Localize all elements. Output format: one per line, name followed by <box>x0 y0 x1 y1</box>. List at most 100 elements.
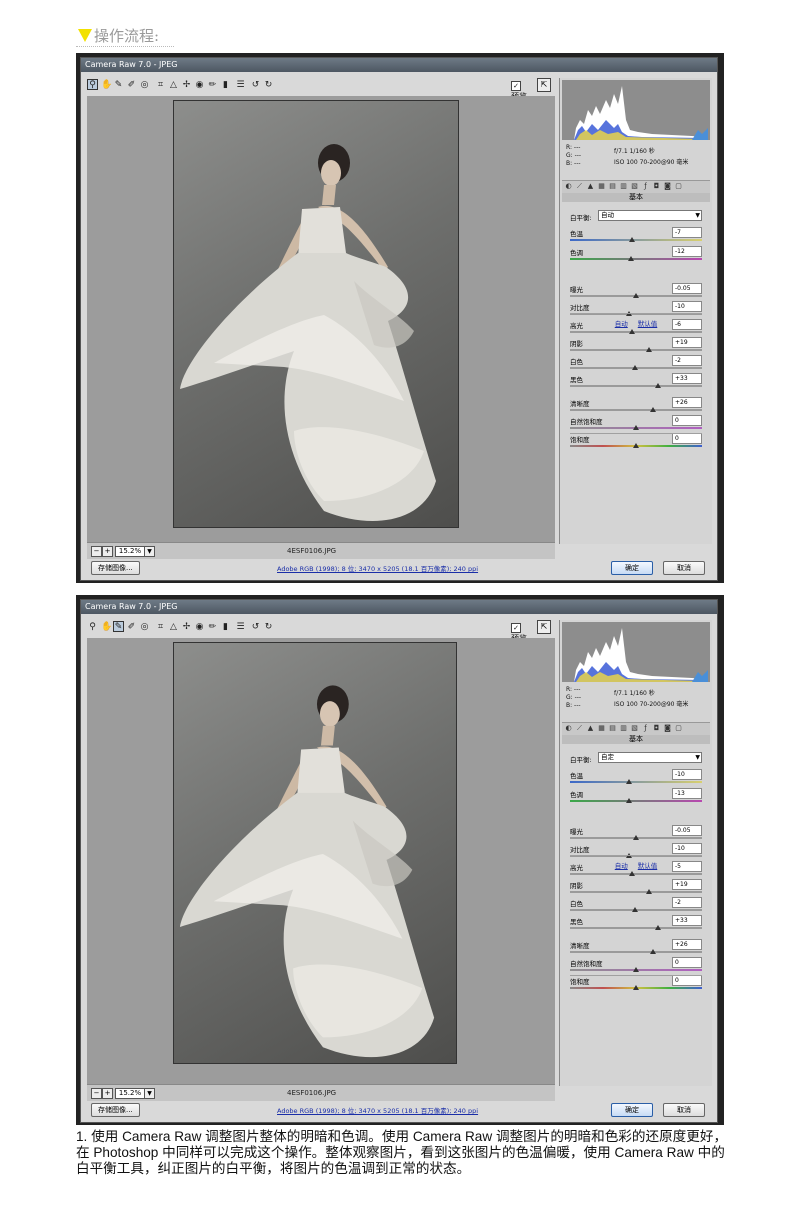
tab-presets-icon[interactable]: ◘ <box>652 724 661 733</box>
zoom-out-button[interactable]: − <box>91 1088 102 1099</box>
slider-value-field[interactable]: +26 <box>672 939 702 950</box>
ok-button[interactable]: 确定 <box>611 1103 653 1117</box>
adjustment-brush-icon[interactable]: ✏ <box>207 79 218 90</box>
tab-tone-curve-icon[interactable]: ⟋ <box>575 724 584 733</box>
slider-value-field[interactable]: 0 <box>672 415 702 426</box>
slider-track[interactable] <box>570 873 702 875</box>
slider-value-field[interactable]: 0 <box>672 433 702 444</box>
slider-track[interactable] <box>570 800 702 802</box>
auto-link[interactable]: 自动 <box>615 862 628 870</box>
tab-lens-icon[interactable]: ▥ <box>619 182 628 191</box>
tab-effects-icon[interactable]: ▧ <box>630 182 639 191</box>
cancel-button[interactable]: 取消 <box>663 1103 705 1117</box>
slider-value-field[interactable]: -13 <box>672 788 702 799</box>
tab-detail-icon[interactable]: ▲ <box>586 182 595 191</box>
slider-thumb[interactable] <box>633 835 639 840</box>
tab-detail-icon[interactable]: ▲ <box>586 724 595 733</box>
image-canvas[interactable] <box>87 96 555 542</box>
zoom-in-button[interactable]: + <box>102 1088 113 1099</box>
slider-thumb[interactable] <box>633 443 639 448</box>
tab-split-toning-icon[interactable]: ▤ <box>608 182 617 191</box>
rotate-right-icon[interactable]: ↻ <box>263 79 274 90</box>
tab-camera-calibration-icon[interactable]: ƒ <box>641 182 650 191</box>
tab-effects-icon[interactable]: ▧ <box>630 724 639 733</box>
slider-thumb[interactable] <box>633 425 639 430</box>
slider-thumb[interactable] <box>631 365 638 370</box>
slider-thumb[interactable] <box>655 925 662 930</box>
zoom-icon[interactable]: ⚲ <box>87 79 98 90</box>
slider-value-field[interactable]: 0 <box>672 975 702 986</box>
slider-thumb[interactable] <box>629 237 636 242</box>
default-link[interactable]: 默认值 <box>638 320 658 328</box>
zoom-out-button[interactable]: − <box>91 546 102 557</box>
preferences-icon[interactable]: ☰ <box>235 79 246 90</box>
tab-hsl-icon[interactable]: ▦ <box>597 182 606 191</box>
tab-camera-calibration-icon[interactable]: ƒ <box>641 724 650 733</box>
workflow-options-link[interactable]: Adobe RGB (1998); 8 位; 3470 x 5205 (18.1… <box>277 563 478 573</box>
slider-value-field[interactable]: -0.05 <box>672 825 702 836</box>
slider-thumb[interactable] <box>629 329 636 334</box>
color-sampler-icon[interactable]: ✐ <box>126 621 137 632</box>
slider-thumb[interactable] <box>626 798 633 803</box>
fullscreen-icon[interactable]: ⇱ <box>537 78 551 92</box>
slider-value-field[interactable]: +19 <box>672 879 702 890</box>
zoom-in-button[interactable]: + <box>102 546 113 557</box>
white-balance-icon[interactable]: ✎ <box>113 621 124 632</box>
zoom-level-field[interactable]: 15.2% <box>115 546 145 557</box>
zoom-level-field[interactable]: 15.2% <box>115 1088 145 1099</box>
slider-thumb[interactable] <box>633 967 639 972</box>
tab-lens-icon[interactable]: ▥ <box>619 724 628 733</box>
tab-snapshots-icon[interactable]: ◙ <box>663 724 672 733</box>
auto-link[interactable]: 自动 <box>615 320 628 328</box>
slider-value-field[interactable]: -10 <box>672 843 702 854</box>
slider-thumb[interactable] <box>650 407 657 412</box>
color-sampler-icon[interactable]: ✐ <box>126 79 137 90</box>
fullscreen-icon[interactable]: ⇱ <box>537 620 551 634</box>
straighten-icon[interactable]: △ <box>168 79 179 90</box>
slider-track[interactable] <box>570 409 702 411</box>
slider-thumb[interactable] <box>633 985 639 990</box>
tab-menu-icon[interactable]: ▢ <box>674 724 683 733</box>
slider-track[interactable] <box>570 258 702 260</box>
rotate-right-icon[interactable]: ↻ <box>263 621 274 632</box>
workflow-options-link[interactable]: Adobe RGB (1998); 8 位; 3470 x 5205 (18.1… <box>277 1105 478 1115</box>
rotate-left-icon[interactable]: ↺ <box>250 79 261 90</box>
tab-basic-icon[interactable]: ◐ <box>564 182 573 191</box>
slider-value-field[interactable]: -10 <box>672 301 702 312</box>
ok-button[interactable]: 确定 <box>611 561 653 575</box>
cancel-button[interactable]: 取消 <box>663 561 705 575</box>
slider-value-field[interactable]: -7 <box>672 227 702 238</box>
red-eye-icon[interactable]: ◉ <box>194 79 205 90</box>
slider-value-field[interactable]: -10 <box>672 769 702 780</box>
slider-value-field[interactable]: +33 <box>672 373 702 384</box>
slider-thumb[interactable] <box>646 347 653 352</box>
zoom-icon[interactable]: ⚲ <box>87 621 98 632</box>
zoom-dropdown-chevron-icon[interactable]: ▼ <box>144 546 155 557</box>
slider-thumb[interactable] <box>646 889 653 894</box>
slider-track[interactable] <box>570 891 702 893</box>
save-image-button[interactable]: 存储图像... <box>91 1103 140 1117</box>
white-balance-select[interactable]: 自动 ▼ <box>598 210 702 221</box>
slider-value-field[interactable]: +26 <box>672 397 702 408</box>
slider-thumb[interactable] <box>650 949 657 954</box>
tab-snapshots-icon[interactable]: ◙ <box>663 182 672 191</box>
crop-icon[interactable]: ⌗ <box>155 621 166 632</box>
slider-thumb[interactable] <box>633 293 639 298</box>
white-balance-icon[interactable]: ✎ <box>113 79 124 90</box>
graduated-filter-icon[interactable]: ▮ <box>220 79 231 90</box>
tab-tone-curve-icon[interactable]: ⟋ <box>575 182 584 191</box>
slider-track[interactable] <box>570 927 702 929</box>
slider-value-field[interactable]: +33 <box>672 915 702 926</box>
tab-split-toning-icon[interactable]: ▤ <box>608 724 617 733</box>
default-link[interactable]: 默认值 <box>638 862 658 870</box>
preferences-icon[interactable]: ☰ <box>235 621 246 632</box>
slider-thumb[interactable] <box>631 907 638 912</box>
slider-track[interactable] <box>570 951 702 953</box>
adjustment-brush-icon[interactable]: ✏ <box>207 621 218 632</box>
slider-value-field[interactable]: -2 <box>672 897 702 908</box>
image-canvas[interactable] <box>87 638 555 1084</box>
save-image-button[interactable]: 存储图像... <box>91 561 140 575</box>
tab-menu-icon[interactable]: ▢ <box>674 182 683 191</box>
slider-thumb[interactable] <box>629 871 636 876</box>
spot-removal-icon[interactable]: ✢ <box>181 621 192 632</box>
